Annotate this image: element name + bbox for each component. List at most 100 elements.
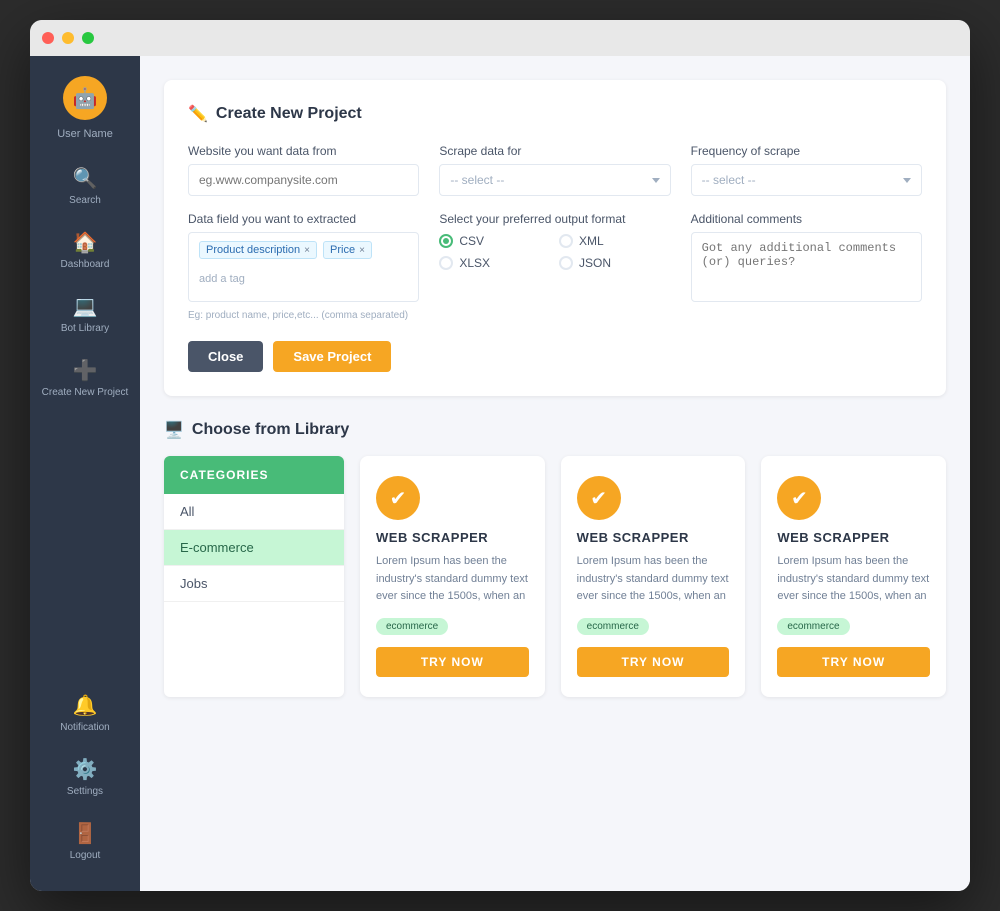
bot-tag-2: ecommerce [577, 618, 649, 635]
bot-card-2: ✔ WEB SCRAPPER Lorem Ipsum has been the … [561, 456, 746, 697]
data-field-group: Data field you want to extracted Product… [188, 212, 419, 321]
sidebar-item-dashboard[interactable]: 🏠 Dashboard [30, 220, 140, 280]
website-input[interactable] [188, 164, 419, 196]
sidebar-username: User Name [57, 128, 113, 140]
bots-grid: ✔ WEB SCRAPPER Lorem Ipsum has been the … [360, 456, 946, 697]
bot-tag-3: ecommerce [777, 618, 849, 635]
frequency-group: Frequency of scrape -- select -- [691, 144, 922, 196]
sidebar-item-label: Notification [60, 722, 109, 733]
form-grid: Website you want data from Data field yo… [188, 144, 922, 321]
tag-remove-product[interactable]: × [304, 245, 310, 256]
avatar: 🤖 [63, 76, 107, 120]
col-1: Website you want data from Data field yo… [188, 144, 419, 321]
sidebar-item-create-new[interactable]: ➕ Create New Project [30, 348, 140, 408]
tag-remove-price[interactable]: × [359, 245, 365, 256]
categories-panel: CATEGORIES All E-commerce Jobs [164, 456, 344, 697]
library-section: 🖥️ Choose from Library CATEGORIES All E-… [164, 420, 946, 697]
tags-input[interactable]: Product description × Price × add a tag [188, 232, 419, 302]
sidebar-item-label: Dashboard [61, 259, 110, 270]
bot-name-3: WEB SCRAPPER [777, 530, 889, 545]
frequency-select[interactable]: -- select -- [691, 164, 922, 196]
minimize-dot[interactable] [62, 32, 74, 44]
scrape-data-select[interactable]: -- select -- [439, 164, 670, 196]
comments-group: Additional comments [691, 212, 922, 302]
radio-xml-label: XML [579, 234, 604, 248]
data-field-hint: Eg: product name, price,etc... (comma se… [188, 310, 419, 321]
create-icon: ➕ [73, 358, 98, 383]
scrape-data-label: Scrape data for [439, 144, 670, 158]
close-button[interactable]: Close [188, 341, 263, 372]
radio-dot-xlsx [439, 256, 453, 270]
sidebar: 🤖 User Name 🔍 Search 🏠 Dashboard 💻 Bot L… [30, 56, 140, 891]
app-layout: 🤖 User Name 🔍 Search 🏠 Dashboard 💻 Bot L… [30, 56, 970, 891]
create-project-card: ✏️ Create New Project Website you want d… [164, 80, 946, 396]
radio-csv-label: CSV [459, 234, 484, 248]
sidebar-item-label: Settings [67, 786, 103, 797]
sidebar-item-label: Create New Project [42, 387, 129, 398]
radio-csv[interactable]: CSV [439, 234, 551, 248]
logout-icon: 🚪 [73, 821, 98, 846]
category-jobs[interactable]: Jobs [164, 566, 344, 602]
try-now-button-3[interactable]: TRY NOW [777, 647, 930, 677]
tag-price: Price × [323, 241, 372, 259]
sidebar-item-logout[interactable]: 🚪 Logout [30, 811, 140, 871]
bot-card-3: ✔ WEB SCRAPPER Lorem Ipsum has been the … [761, 456, 946, 697]
titlebar [30, 20, 970, 56]
main-content: ✏️ Create New Project Website you want d… [140, 56, 970, 891]
tag-placeholder[interactable]: add a tag [199, 273, 245, 285]
radio-group: CSV XML XLSX [439, 234, 670, 270]
frequency-label: Frequency of scrape [691, 144, 922, 158]
col-2: Scrape data for -- select -- Select your… [439, 144, 670, 321]
tag-product: Product description × [199, 241, 317, 259]
bot-description-3: Lorem Ipsum has been the industry's stan… [777, 553, 930, 606]
radio-json[interactable]: JSON [559, 256, 671, 270]
sidebar-item-label: Search [69, 195, 101, 206]
btn-row: Close Save Project [188, 341, 922, 372]
radio-xlsx[interactable]: XLSX [439, 256, 551, 270]
radio-xml[interactable]: XML [559, 234, 671, 248]
sidebar-item-settings[interactable]: ⚙️ Settings [30, 747, 140, 807]
sidebar-item-label: Logout [70, 850, 101, 861]
sidebar-item-bot-library[interactable]: 💻 Bot Library [30, 284, 140, 344]
try-now-button-2[interactable]: TRY NOW [577, 647, 730, 677]
comments-label: Additional comments [691, 212, 922, 226]
scrape-data-group: Scrape data for -- select -- [439, 144, 670, 196]
comments-textarea[interactable] [691, 232, 922, 302]
search-icon: 🔍 [73, 166, 98, 191]
category-ecommerce[interactable]: E-commerce [164, 530, 344, 566]
col-3: Frequency of scrape -- select -- Additio… [691, 144, 922, 321]
bot-name-2: WEB SCRAPPER [577, 530, 689, 545]
save-button[interactable]: Save Project [273, 341, 391, 372]
try-now-button-1[interactable]: TRY NOW [376, 647, 529, 677]
category-all[interactable]: All [164, 494, 344, 530]
bot-description-2: Lorem Ipsum has been the industry's stan… [577, 553, 730, 606]
close-dot[interactable] [42, 32, 54, 44]
sidebar-item-notification[interactable]: 🔔 Notification [30, 683, 140, 743]
notification-icon: 🔔 [73, 693, 98, 718]
website-group: Website you want data from [188, 144, 419, 196]
sidebar-item-label: Bot Library [61, 323, 109, 334]
sidebar-item-search[interactable]: 🔍 Search [30, 156, 140, 216]
website-label: Website you want data from [188, 144, 419, 158]
bot-card-1: ✔ WEB SCRAPPER Lorem Ipsum has been the … [360, 456, 545, 697]
create-project-title: ✏️ Create New Project [188, 104, 922, 124]
library-title: 🖥️ Choose from Library [164, 420, 946, 440]
radio-json-label: JSON [579, 256, 611, 270]
bot-check-icon-2: ✔ [577, 476, 621, 520]
bot-name-1: WEB SCRAPPER [376, 530, 488, 545]
radio-dot-csv [439, 234, 453, 248]
maximize-dot[interactable] [82, 32, 94, 44]
bot-check-icon-1: ✔ [376, 476, 420, 520]
bot-library-icon: 💻 [73, 294, 98, 319]
categories-header: CATEGORIES [164, 456, 344, 494]
bot-description-1: Lorem Ipsum has been the industry's stan… [376, 553, 529, 606]
edit-icon: ✏️ [188, 104, 208, 124]
output-format-label: Select your preferred output format [439, 212, 670, 226]
dashboard-icon: 🏠 [73, 230, 98, 255]
bot-check-icon-3: ✔ [777, 476, 821, 520]
settings-icon: ⚙️ [73, 757, 98, 782]
app-window: 🤖 User Name 🔍 Search 🏠 Dashboard 💻 Bot L… [30, 20, 970, 891]
radio-dot-json [559, 256, 573, 270]
bot-tag-1: ecommerce [376, 618, 448, 635]
radio-xlsx-label: XLSX [459, 256, 490, 270]
